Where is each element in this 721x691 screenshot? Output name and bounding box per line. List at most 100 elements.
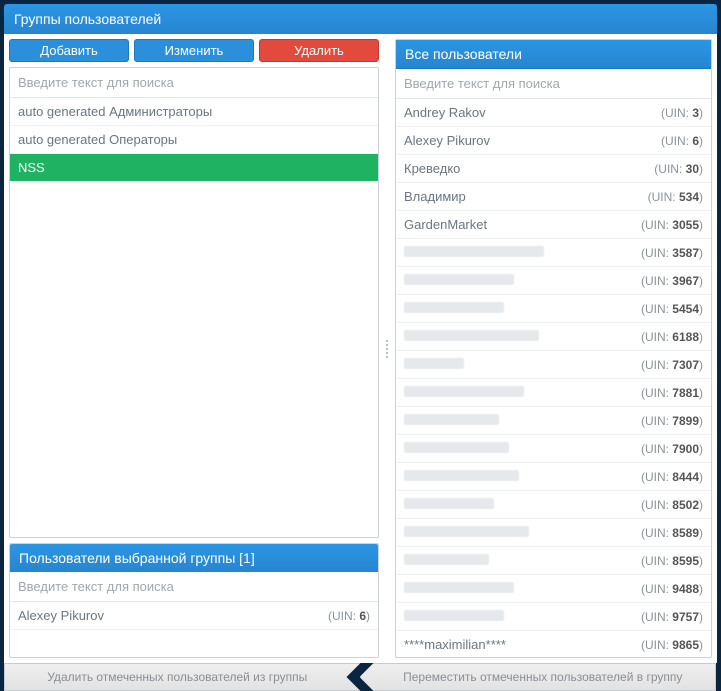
user-name: [404, 413, 499, 428]
user-row[interactable]: ****maximilian**** (UIN: 9865): [396, 631, 711, 657]
content-area: Добавить Изменить Удалить auto generated…: [4, 34, 717, 663]
user-name: Andrey Rakov: [404, 105, 486, 120]
user-uin: (UIN: 8444): [641, 470, 703, 484]
user-uin: (UIN: 9757): [641, 610, 703, 624]
group-row[interactable]: auto generated Операторы: [10, 126, 378, 154]
members-header: Пользователи выбранной группы [1]: [10, 544, 378, 572]
user-row[interactable]: (UIN: 9488): [396, 575, 711, 603]
user-row[interactable]: (UIN: 8595): [396, 547, 711, 575]
group-row[interactable]: NSS: [10, 154, 378, 182]
redacted-name: [404, 274, 514, 285]
members-search-input[interactable]: [10, 572, 378, 602]
user-name: ****maximilian****: [404, 637, 506, 652]
all-users-list[interactable]: Andrey Rakov (UIN: 3) Alexey Pikurov(UIN: …: [396, 99, 711, 657]
user-uin: (UIN: 7900): [641, 442, 703, 456]
redacted-name: [404, 246, 544, 257]
user-uin: (UIN: 3): [661, 106, 703, 120]
user-uin: (UIN: 8502): [641, 498, 703, 512]
user-row[interactable]: (UIN: 6188): [396, 323, 711, 351]
user-row[interactable]: Креведко (UIN: 30): [396, 155, 711, 183]
redacted-name: [404, 470, 519, 481]
user-row[interactable]: (UIN: 3967): [396, 267, 711, 295]
user-uin: (UIN: 534): [648, 190, 703, 204]
user-name: [404, 609, 504, 624]
add-button[interactable]: Добавить: [9, 39, 129, 62]
groups-search-input[interactable]: [10, 68, 378, 98]
user-uin: (UIN: 3055): [641, 218, 703, 232]
user-name: Креведко: [404, 161, 460, 176]
user-uin: (UIN: 5454): [641, 302, 703, 316]
user-uin: (UIN: 8589): [641, 526, 703, 540]
user-name: GardenMarket: [404, 217, 487, 232]
user-row[interactable]: Владимир (UIN: 534): [396, 183, 711, 211]
all-users-search-input[interactable]: [396, 69, 711, 99]
user-name: [404, 357, 464, 372]
user-uin: (UIN: 8595): [641, 554, 703, 568]
user-uin: (UIN: 7899): [641, 414, 703, 428]
remove-users-button[interactable]: Удалить отмеченных пользователей из груп…: [4, 663, 361, 691]
column-splitter[interactable]: [385, 39, 389, 658]
user-name: [404, 245, 544, 260]
user-name: [404, 497, 494, 512]
group-label: auto generated Администраторы: [18, 104, 212, 119]
user-uin: (UIN: 3587): [641, 246, 703, 260]
user-name: [404, 581, 514, 596]
user-row[interactable]: GardenMarket (UIN: 3055): [396, 211, 711, 239]
user-row[interactable]: Alexey Pikurov(UIN: 6): [396, 127, 711, 155]
left-column: Добавить Изменить Удалить auto generated…: [9, 39, 379, 658]
redacted-name: [404, 582, 514, 593]
move-users-button[interactable]: Переместить отмеченных пользователей в г…: [360, 663, 717, 691]
window-title: Группы пользователей: [4, 4, 717, 34]
user-row[interactable]: (UIN: 8502): [396, 491, 711, 519]
user-row[interactable]: (UIN: 5454): [396, 295, 711, 323]
user-row[interactable]: (UIN: 7900): [396, 435, 711, 463]
members-panel: Пользователи выбранной группы [1] Alexey…: [9, 543, 379, 658]
member-row[interactable]: Alexey Pikurov (UIN: 6): [10, 602, 378, 630]
user-name: Владимир: [404, 189, 466, 204]
user-uin: (UIN: 3967): [641, 274, 703, 288]
redacted-name: [404, 554, 489, 565]
all-users-panel: Все пользователи Andrey Rakov (UIN: 3) Ale…: [395, 39, 712, 658]
user-uin: (UIN: 6): [661, 134, 703, 148]
user-uin: (UIN: 7307): [641, 358, 703, 372]
user-row[interactable]: Andrey Rakov (UIN: 3): [396, 99, 711, 127]
user-name: [404, 301, 504, 316]
user-row[interactable]: (UIN: 8589): [396, 519, 711, 547]
redacted-name: [404, 498, 494, 509]
user-uin: (UIN: 7881): [641, 386, 703, 400]
group-row[interactable]: auto generated Администраторы: [10, 98, 378, 126]
user-row[interactable]: (UIN: 3587): [396, 239, 711, 267]
user-row[interactable]: (UIN: 9757): [396, 603, 711, 631]
redacted-name: [404, 526, 529, 537]
redacted-name: [404, 302, 504, 313]
user-uin: (UIN: 9865): [641, 638, 703, 652]
all-users-header: Все пользователи: [396, 40, 711, 69]
redacted-name: [404, 610, 504, 621]
members-list[interactable]: Alexey Pikurov (UIN: 6): [10, 602, 378, 657]
user-uin: (UIN: 9488): [641, 582, 703, 596]
user-row[interactable]: (UIN: 7881): [396, 379, 711, 407]
user-name: [404, 441, 509, 456]
redacted-name: [404, 442, 509, 453]
user-row[interactable]: (UIN: 7899): [396, 407, 711, 435]
user-name: [404, 385, 524, 400]
user-name: [404, 273, 514, 288]
user-groups-window: Группы пользователей Добавить Изменить У…: [0, 0, 721, 691]
delete-button[interactable]: Удалить: [259, 39, 379, 62]
footer-bar: Удалить отмеченных пользователей из груп…: [4, 663, 717, 691]
user-uin: (UIN: 30): [654, 162, 703, 176]
user-name: [404, 525, 529, 540]
user-row[interactable]: (UIN: 8444): [396, 463, 711, 491]
group-label: auto generated Операторы: [18, 132, 177, 147]
user-name: [404, 553, 489, 568]
user-uin: (UIN: 6188): [641, 330, 703, 344]
edit-button[interactable]: Изменить: [134, 39, 254, 62]
member-name: Alexey Pikurov: [18, 608, 104, 623]
redacted-name: [404, 330, 539, 341]
groups-list[interactable]: auto generated Администраторы auto genera…: [10, 98, 378, 537]
group-label: NSS: [18, 160, 45, 175]
member-uin: (UIN: 6): [328, 609, 370, 623]
groups-panel: auto generated Администраторы auto genera…: [9, 67, 379, 538]
user-name: [404, 469, 519, 484]
user-row[interactable]: (UIN: 7307): [396, 351, 711, 379]
